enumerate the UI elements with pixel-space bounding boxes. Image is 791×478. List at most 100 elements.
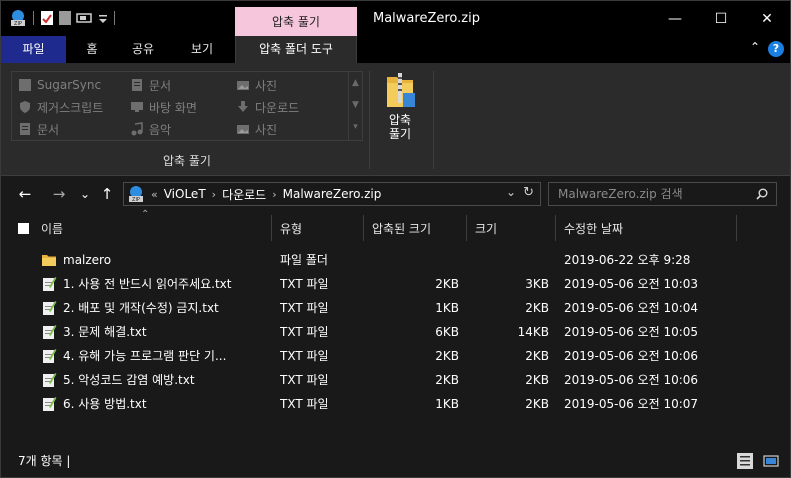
sort-ascending-icon: ⌃ (141, 209, 150, 220)
column-divider[interactable] (736, 215, 737, 241)
properties-icon[interactable] (40, 10, 54, 26)
close-button[interactable]: ✕ (744, 1, 790, 36)
gallery-item-label: 문서 (37, 122, 60, 137)
tab-compressed-folder-tools[interactable]: 압축 폴더 도구 (235, 36, 357, 63)
help-button[interactable]: ? (768, 41, 784, 57)
rename-icon[interactable] (76, 10, 94, 26)
gallery-item-label: 제거스크립트 (37, 100, 104, 115)
gallery-item-removal-script[interactable]: 제거스크립트 (18, 97, 103, 117)
file-size: 14KB (517, 325, 549, 339)
gallery-scroll-down-icon[interactable]: ▼ (349, 94, 362, 116)
recent-locations-button[interactable]: ⌄ (75, 183, 95, 205)
ribbon-tabs: 파일 홈 공유 보기 압축 폴더 도구 ⌃ ? (1, 36, 790, 63)
up-button[interactable]: ↑ (97, 183, 117, 205)
address-dropdown-icon[interactable]: ⌄ (506, 185, 516, 199)
gallery-item-downloads[interactable]: 다운로드 (236, 97, 299, 117)
gallery-item-desktop[interactable]: 바탕 화면 (130, 97, 197, 117)
gallery-scroll-up-icon[interactable]: ▲ (349, 72, 362, 94)
gallery-item-sugarsync[interactable]: SugarSync (18, 75, 101, 95)
folder-icon (41, 252, 57, 268)
list-item[interactable]: 1. 사용 전 반드시 읽어주세요.txt TXT 파일 2KB 3KB 201… (19, 272, 779, 296)
breadcrumb-malwarezero[interactable]: MalwareZero.zip (283, 187, 382, 201)
tab-view[interactable]: 보기 (175, 36, 229, 63)
new-folder-icon[interactable] (58, 10, 72, 26)
back-button[interactable]: ← (15, 183, 35, 205)
search-icon[interactable] (756, 188, 768, 200)
address-bar[interactable]: ZIP « ViOLeT › 다운로드 › MalwareZero.zip ⌄ … (123, 182, 541, 206)
gallery-expand-icon[interactable]: ▾ (349, 116, 362, 138)
ribbon-collapse-button[interactable]: ⌃ (750, 40, 760, 54)
file-date: 2019-05-06 오전 10:06 (564, 349, 699, 363)
search-box[interactable] (548, 182, 777, 206)
file-date: 2019-06-22 오후 9:28 (564, 253, 691, 267)
breadcrumb-violet[interactable]: ViOLeT (164, 187, 206, 201)
file-list: ⌃ 이름 유형 압축된 크기 크기 수정한 날짜 malzero 파일 폴더 2… (1, 209, 790, 443)
file-size: 2KB (525, 373, 549, 387)
tab-file[interactable]: 파일 (1, 36, 66, 63)
column-header-date-modified[interactable]: 수정한 날짜 (564, 215, 623, 241)
chevron-right-icon[interactable]: › (272, 188, 276, 201)
chevron-right-icon[interactable]: › (212, 188, 216, 201)
minimize-button[interactable]: — (652, 1, 698, 36)
tab-share[interactable]: 공유 (117, 36, 169, 63)
gallery-item-documents[interactable]: 문서 (130, 75, 171, 95)
column-header-type[interactable]: 유형 (280, 215, 302, 241)
zip-folder-icon[interactable]: ZIP (9, 9, 27, 27)
list-item[interactable]: 2. 배포 및 개작(수정) 금지.txt TXT 파일 1KB 2KB 201… (19, 296, 779, 320)
file-date: 2019-05-06 오전 10:06 (564, 373, 699, 387)
file-date: 2019-05-06 오전 10:07 (564, 397, 699, 411)
gallery-item-label: 사진 (255, 78, 278, 93)
maximize-button[interactable]: ☐ (698, 1, 744, 36)
gallery-item-label: 바탕 화면 (149, 100, 197, 115)
list-item[interactable]: 4. 유해 가능 프로그램 판단 기... TXT 파일 2KB 2KB 201… (19, 344, 779, 368)
list-item[interactable]: malzero 파일 폴더 2019-06-22 오후 9:28 (19, 248, 779, 272)
gallery-item-pictures-2[interactable]: 사진 (236, 119, 277, 139)
picture-icon (236, 78, 250, 92)
window-title: MalwareZero.zip (373, 11, 480, 26)
document-icon (18, 122, 32, 136)
forward-button[interactable]: → (49, 183, 69, 205)
extract-all-button[interactable]: 압축 풀기 (377, 71, 423, 149)
ribbon-separator (433, 71, 434, 169)
file-name: malzero (63, 253, 112, 267)
gallery-scroller[interactable]: ▲ ▼ ▾ (348, 72, 362, 140)
list-item[interactable]: 6. 사용 방법.txt TXT 파일 1KB 2KB 2019-05-06 오… (19, 392, 779, 416)
file-name: 5. 악성코드 감염 예방.txt (63, 373, 195, 387)
file-size: 2KB (525, 301, 549, 315)
context-tab-extract[interactable]: 압축 풀기 (235, 7, 357, 36)
gallery-item-music[interactable]: 음악 (130, 119, 171, 139)
customize-toolbar-icon[interactable] (98, 10, 108, 26)
text-file-icon (41, 324, 57, 340)
column-header-compressed-size[interactable]: 압축된 크기 (372, 215, 431, 241)
extract-all-label-2: 풀기 (388, 127, 412, 141)
column-divider[interactable] (271, 215, 272, 241)
list-item[interactable]: 3. 문제 해결.txt TXT 파일 6KB 14KB 2019-05-06 … (19, 320, 779, 344)
large-icons-view-icon[interactable] (763, 453, 779, 469)
tab-home[interactable]: 홈 (71, 36, 113, 63)
column-divider[interactable] (555, 215, 556, 241)
column-header-size[interactable]: 크기 (475, 215, 497, 241)
text-file-icon (41, 372, 57, 388)
column-header-name[interactable]: 이름 (41, 215, 63, 241)
breadcrumb-overflow-icon[interactable]: « (151, 188, 158, 201)
extract-all-label-1: 압축 (388, 113, 412, 127)
search-input[interactable] (549, 183, 749, 205)
list-item[interactable]: 5. 악성코드 감염 예방.txt TXT 파일 2KB 2KB 2019-05… (19, 368, 779, 392)
select-all-checkbox[interactable] (18, 223, 29, 234)
navigation-bar: ← → ⌄ ↑ ZIP « ViOLeT › 다운로드 › MalwareZer… (1, 177, 790, 211)
breadcrumb-downloads[interactable]: 다운로드 (222, 186, 266, 203)
details-view-icon[interactable] (737, 453, 753, 469)
gallery-item-documents-2[interactable]: 문서 (18, 119, 59, 139)
refresh-icon[interactable]: ↻ (523, 185, 534, 200)
quick-access-toolbar: ZIP (9, 8, 117, 28)
column-divider[interactable] (466, 215, 467, 241)
ribbon-group-label: 압축 풀기 (163, 154, 211, 168)
file-compressed-size: 2KB (435, 349, 459, 363)
zip-folder-icon: ZIP (127, 185, 145, 203)
file-type: TXT 파일 (280, 301, 329, 315)
file-type: TXT 파일 (280, 373, 329, 387)
gallery-item-label: 음악 (149, 122, 172, 137)
gallery-item-pictures[interactable]: 사진 (236, 75, 277, 95)
gallery-item-label: SugarSync (37, 78, 102, 92)
column-divider[interactable] (363, 215, 364, 241)
